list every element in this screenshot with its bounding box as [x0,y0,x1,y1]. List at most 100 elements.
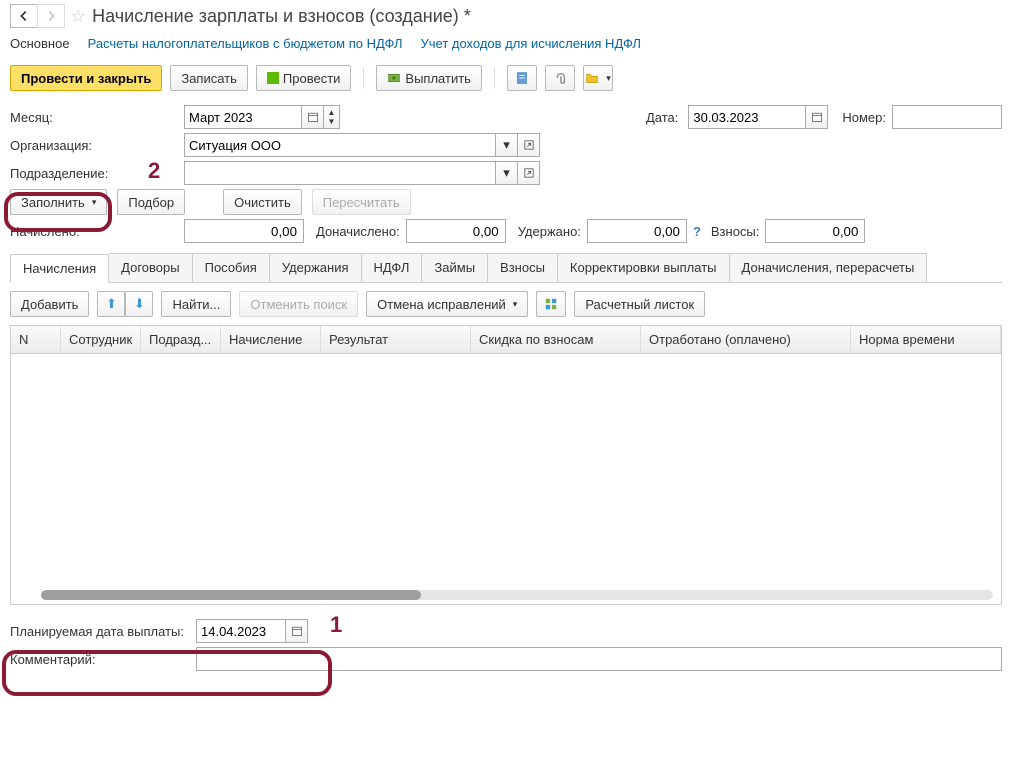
dept-open-button[interactable] [518,161,540,185]
horizontal-scrollbar[interactable] [41,590,993,600]
row-department: Подразделение: ▾ [10,161,1002,185]
payslip-button[interactable]: Расчетный листок [574,291,705,317]
post-and-close-button[interactable]: Провести и закрыть [10,65,162,91]
month-spinner[interactable]: ▲▼ [324,105,340,129]
row-comment: Комментарий: [10,647,1002,671]
col-department[interactable]: Подразд... [141,326,221,353]
link-ndfl-income[interactable]: Учет доходов для исчисления НДФЛ [420,36,640,51]
move-up-button[interactable]: ⬆ [97,291,125,317]
add-row-button[interactable]: Добавить [10,291,89,317]
row-month-date-number: Месяц: ▲▼ Дата: Номер: [10,105,1002,129]
form-area: Месяц: ▲▼ Дата: Номер: Организация: ▾ [0,105,1012,605]
contrib-label: Взносы: [711,224,760,239]
planned-date-input-group [196,619,308,643]
org-open-button[interactable] [518,133,540,157]
nav-back-button[interactable] [10,4,38,28]
org-label: Организация: [10,138,178,153]
cancel-fix-button[interactable]: Отмена исправлений ▾ [366,291,528,317]
dept-input-group: ▾ [184,161,540,185]
tab-loans[interactable]: Займы [422,253,488,282]
find-button[interactable]: Найти... [161,291,231,317]
contrib-value [765,219,865,243]
planned-date-input[interactable] [196,619,286,643]
tab-benefits[interactable]: Пособия [193,253,270,282]
dept-input[interactable] [184,161,496,185]
addl-label: Доначислено: [316,224,400,239]
detail-tabs: Начисления Договоры Пособия Удержания НД… [10,253,1002,283]
open-icon [524,168,534,178]
tab-contracts[interactable]: Договоры [109,253,192,282]
favorite-star-icon[interactable]: ☆ [70,6,86,27]
calendar-icon [307,111,319,123]
money-icon [387,71,401,85]
withheld-label: Удержано: [518,224,581,239]
number-label: Номер: [842,110,886,125]
tab-deductions[interactable]: Удержания [270,253,362,282]
month-input[interactable] [184,105,302,129]
accrued-label: Начислено: [10,224,178,239]
top-bar: ☆ Начисление зарплаты и взносов (создани… [0,0,1012,32]
pay-button-label: Выплатить [405,71,471,86]
write-button[interactable]: Записать [170,65,248,91]
tab-corrections[interactable]: Корректировки выплаты [558,253,730,282]
tab-ndfl[interactable]: НДФЛ [362,253,423,282]
post-button[interactable]: Провести [256,65,352,91]
pick-button[interactable]: Подбор [117,189,185,215]
recalc-button[interactable]: Пересчитать [312,189,411,215]
fill-button[interactable]: Заполнить ▾ [10,189,107,215]
calendar-icon [811,111,823,123]
show-details-button[interactable] [536,291,566,317]
help-icon[interactable]: ? [693,224,701,239]
number-input[interactable] [892,105,1002,129]
chevron-down-icon: ▾ [513,299,518,310]
org-input-group: ▾ [184,133,540,157]
col-n[interactable]: N [11,326,61,353]
planned-date-label: Планируемая дата выплаты: [10,624,190,639]
folder-icon [585,71,599,85]
tab-accruals[interactable]: Начисления [10,254,109,283]
cancel-search-button[interactable]: Отменить поиск [239,291,358,317]
more-actions-button[interactable]: ▾ [583,65,613,91]
document-icon [515,71,529,85]
tab-contributions[interactable]: Взносы [488,253,558,282]
bottom-area: Планируемая дата выплаты: Комментарий: [0,605,1012,685]
tab-addl-accruals[interactable]: Доначисления, перерасчеты [730,253,928,282]
link-ndfl-budget[interactable]: Расчеты налогоплательщиков с бюджетом по… [88,36,403,51]
paperclip-icon [553,71,567,85]
comment-label: Комментарий: [10,652,190,667]
clear-button[interactable]: Очистить [223,189,302,215]
comment-input[interactable] [196,647,1002,671]
grid-icon [544,297,558,311]
planned-date-calendar-button[interactable] [286,619,308,643]
addl-value [406,219,506,243]
month-calendar-button[interactable] [302,105,324,129]
col-employee[interactable]: Сотрудник [61,326,141,353]
col-accrual[interactable]: Начисление [221,326,321,353]
row-fill-buttons: Заполнить ▾ Подбор Очистить Пересчитать [10,189,1002,215]
fill-button-label: Заполнить [21,195,85,210]
page-title: Начисление зарплаты и взносов (создание)… [92,6,471,27]
date-input[interactable] [688,105,806,129]
row-totals: Начислено: Доначислено: Удержано: ? Взно… [10,219,1002,243]
pay-button[interactable]: Выплатить [376,65,482,91]
col-result[interactable]: Результат [321,326,471,353]
move-down-button[interactable]: ⬇ [125,291,153,317]
scrollbar-thumb[interactable] [41,590,421,600]
col-discount[interactable]: Скидка по взносам [471,326,641,353]
dept-dropdown-button[interactable]: ▾ [496,161,518,185]
row-organization: Организация: ▾ [10,133,1002,157]
attachment-button[interactable] [545,65,575,91]
report-button[interactable] [507,65,537,91]
date-calendar-button[interactable] [806,105,828,129]
col-norm[interactable]: Норма времени [851,326,1001,353]
col-worked[interactable]: Отработано (оплачено) [641,326,851,353]
dept-label: Подразделение: [10,166,178,181]
main-toolbar: Провести и закрыть Записать Провести Вып… [0,61,1012,101]
accruals-table[interactable]: N Сотрудник Подразд... Начисление Резуль… [10,325,1002,605]
table-header: N Сотрудник Подразд... Начисление Резуль… [11,326,1001,354]
link-main[interactable]: Основное [10,36,70,51]
org-dropdown-button[interactable]: ▾ [496,133,518,157]
org-input[interactable] [184,133,496,157]
date-label: Дата: [646,110,678,125]
nav-forward-button[interactable] [37,4,65,28]
